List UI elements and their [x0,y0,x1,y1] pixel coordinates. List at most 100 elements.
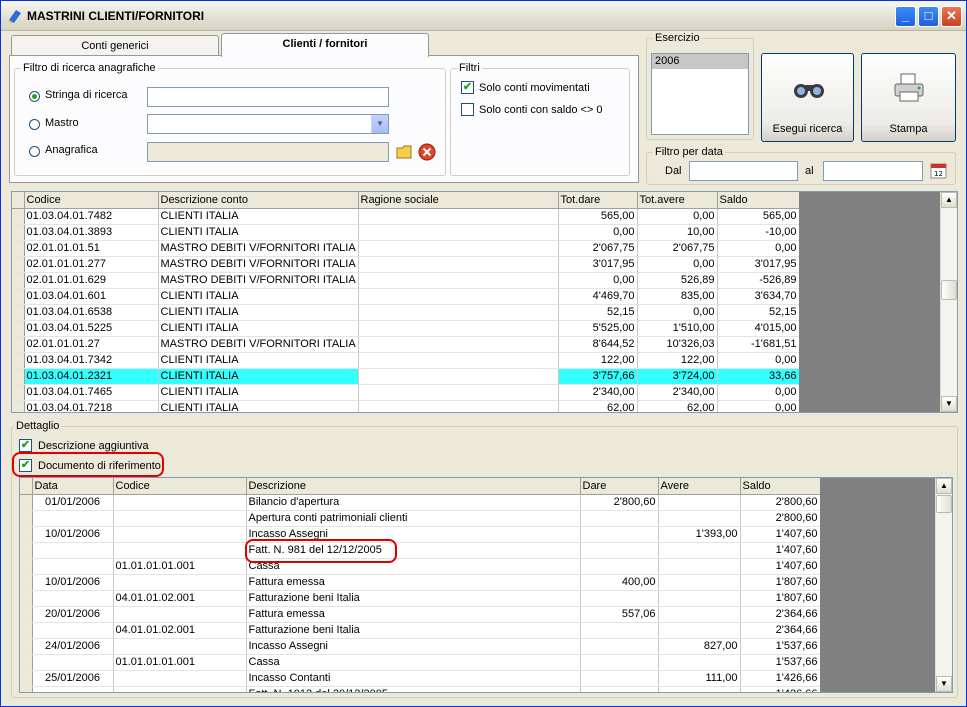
cell-ragione-sociale [358,240,559,257]
col-saldo-detail[interactable]: Saldo [740,478,821,495]
row-header[interactable] [12,400,25,412]
detail-row[interactable]: 04.01.01.02.001 Fatturazione beni Italia 2… [20,622,821,639]
detail-row-header[interactable] [20,510,33,527]
col-dare[interactable]: Dare [580,478,659,495]
detail-scroll-down-icon[interactable]: ▼ [936,676,952,692]
detail-row-header[interactable] [20,622,33,639]
account-row[interactable]: 02.01.01.01.27 MASTRO DEBITI V/FORNITORI … [12,336,800,353]
detail-row[interactable]: 24/01/2006 Incasso Assegni 827,00 1'537,66 [20,638,821,655]
row-header[interactable] [12,208,25,225]
account-row[interactable]: 01.03.04.01.5225 CLIENTI ITALIA 5'525,00 1'… [12,320,800,337]
clear-icon[interactable] [418,143,436,161]
detail-row[interactable]: 10/01/2006 Fattura emessa 400,00 1'807,60 [20,574,821,591]
col-codice[interactable]: Codice [24,192,159,209]
row-header[interactable] [12,304,25,321]
detail-scrollbar[interactable]: ▲ ▼ [935,478,952,692]
account-row[interactable]: 01.03.04.01.3893 CLIENTI ITALIA 0,00 10,00-… [12,224,800,241]
chevron-down-icon[interactable]: ▼ [371,115,388,133]
date-to-input[interactable] [823,161,923,181]
detail-row[interactable]: 01.01.01.01.001 Cassa 1'537,66 [20,654,821,671]
only-moved-checkbox[interactable]: ✔ [461,81,474,94]
tab-conti-generici[interactable]: Conti generici [11,35,219,57]
account-row[interactable]: 02.01.01.01.629 MASTRO DEBITI V/FORNITORI… [12,272,800,289]
row-header[interactable] [12,336,25,353]
detail-row-header[interactable] [20,686,33,692]
radio-stringa[interactable] [29,91,40,102]
scroll-down-icon[interactable]: ▼ [941,396,957,412]
detail-row-header[interactable] [20,590,33,607]
scroll-up-icon[interactable]: ▲ [941,192,957,208]
date-from-input[interactable] [689,161,798,181]
account-row[interactable]: 02.01.01.01.51 MASTRO DEBITI V/FORNITORI … [12,240,800,257]
row-header[interactable] [12,224,25,241]
print-button[interactable]: Stampa [861,53,956,142]
search-button[interactable]: Esegui ricerca [761,53,854,142]
detail-scroll-thumb[interactable] [936,495,952,513]
cell-dare: 2'800,60 [580,494,659,511]
radio-anagrafica[interactable] [29,146,40,157]
detail-row-header[interactable] [20,526,33,543]
detail-row-header[interactable] [20,558,33,575]
col-avere[interactable]: Avere [658,478,741,495]
account-row[interactable]: 01.03.04.01.7482 CLIENTI ITALIA 565,00 0,00… [12,208,800,225]
scroll-thumb[interactable] [941,280,957,300]
mastro-select[interactable]: ▼ [147,114,389,134]
account-row[interactable]: 01.03.04.01.601 CLIENTI ITALIA 4'469,70 835… [12,288,800,305]
detail-row-header[interactable] [20,494,33,511]
col-tot-avere[interactable]: Tot.avere [637,192,718,209]
detail-row[interactable]: 01/01/2006 Bilancio d'apertura 2'800,60 2'8… [20,494,821,511]
detail-row[interactable]: 04.01.01.02.001 Fatturazione beni Italia 1… [20,590,821,607]
row-header[interactable] [12,256,25,273]
cell-ragione-sociale [358,272,559,289]
folder-icon[interactable] [396,143,414,161]
cell-ragione-sociale [358,208,559,225]
close-button[interactable]: ✕ [941,6,962,27]
row-header[interactable] [12,352,25,369]
search-string-input[interactable] [147,87,389,107]
col-tot-dare[interactable]: Tot.dare [558,192,638,209]
detail-row[interactable]: 25/01/2006 Incasso Contanti 111,00 1'426,66 [20,670,821,687]
account-row[interactable]: 01.03.04.01.6538 CLIENTI ITALIA 52,15 0,00 5… [12,304,800,321]
maximize-button[interactable]: □ [918,6,939,27]
detail-row[interactable]: 10/01/2006 Incasso Assegni 1'393,00 1'407,6… [20,526,821,543]
col-saldo[interactable]: Saldo [717,192,800,209]
extra-desc-checkbox[interactable]: ✔ [19,439,32,452]
col-data[interactable]: Data [32,478,114,495]
detail-row[interactable]: 01.01.01.01.001 Cassa 1'407,60 [20,558,821,575]
esercizio-item[interactable]: 2006 [652,54,748,69]
detail-row-header[interactable] [20,542,33,559]
row-header[interactable] [12,368,25,385]
detail-row[interactable]: Apertura conti patrimoniali clienti 2'800… [20,510,821,527]
account-row[interactable]: 01.03.04.01.7342 CLIENTI ITALIA 122,00 122,… [12,352,800,369]
radio-mastro[interactable] [29,119,40,130]
row-header[interactable] [12,240,25,257]
cell-data [32,622,114,639]
account-row[interactable]: 01.03.04.01.7465 CLIENTI ITALIA 2'340,00 2'… [12,384,800,401]
row-header[interactable] [12,288,25,305]
row-header[interactable] [12,320,25,337]
detail-row-header[interactable] [20,638,33,655]
col-ragione-sociale[interactable]: Ragione sociale [358,192,559,209]
row-header[interactable] [12,272,25,289]
detail-row[interactable]: Fatt. N. 981 del 12/12/2005 1'407,60 [20,542,821,559]
nonzero-balance-checkbox[interactable] [461,103,474,116]
account-row[interactable]: 01.03.04.01.2321 CLIENTI ITALIA 3'757,66 3'… [12,368,800,385]
row-header[interactable] [12,384,25,401]
tab-clienti-fornitori[interactable]: Clienti / fornitori [221,33,429,57]
detail-row-header[interactable] [20,654,33,671]
detail-row-header[interactable] [20,606,33,623]
detail-scroll-up-icon[interactable]: ▲ [936,478,952,494]
detail-row-header[interactable] [20,670,33,687]
accounts-scrollbar[interactable]: ▲ ▼ [940,192,957,412]
esercizio-list[interactable]: 2006 [651,53,749,135]
detail-row[interactable]: Fatt. N. 1012 del 20/12/2005 1'426,66 [20,686,821,692]
col-descrizione-conto[interactable]: Descrizione conto [158,192,359,209]
account-row[interactable]: 02.01.01.01.277 MASTRO DEBITI V/FORNITORI… [12,256,800,273]
col-codice-detail[interactable]: Codice [113,478,247,495]
account-row[interactable]: 01.03.04.01.7218 CLIENTI ITALIA 62,00 62,00… [12,400,800,412]
col-descrizione[interactable]: Descrizione [246,478,581,495]
minimize-button[interactable]: _ [895,6,916,27]
calendar-icon[interactable]: 12 [930,162,947,179]
detail-row[interactable]: 20/01/2006 Fattura emessa 557,06 2'364,66 [20,606,821,623]
detail-row-header[interactable] [20,574,33,591]
